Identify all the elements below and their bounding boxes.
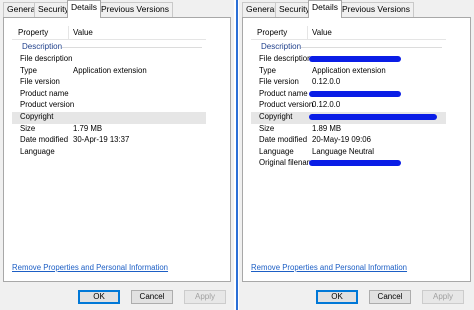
property-row[interactable]: Product version 0.12.0.0 [251,100,446,112]
property-row[interactable]: Copyright [12,112,206,124]
apply-button[interactable]: Apply [184,290,226,304]
property-column-header[interactable]: Property [18,28,48,37]
section-title: Description [22,42,63,51]
redaction-mark [309,160,401,167]
property-row[interactable]: Date modified 30-Apr-19 13:37 [12,135,206,147]
list-header: Property Value [12,26,206,40]
ok-button[interactable]: OK [316,290,358,304]
apply-button[interactable]: Apply [422,290,464,304]
property-value: 20-May-19 09:06 [312,135,371,145]
remove-properties-link[interactable]: Remove Properties and Personal Informati… [12,263,168,272]
property-key: Language [259,146,294,156]
right-properties-dialog: General Security Details Previous Versio… [239,0,474,310]
column-separator[interactable] [307,26,308,40]
value-column-header[interactable]: Value [73,28,93,37]
property-key: File description [20,54,73,63]
description-section: Description [251,42,446,52]
redaction-mark [309,114,437,120]
property-value: 0.12.0.0 [312,77,341,87]
property-value: 0.12.0.0 [312,100,341,110]
property-key: Type [20,65,37,75]
property-column-header[interactable]: Property [257,28,287,37]
list-header: Property Value [251,26,446,40]
remove-properties-link[interactable]: Remove Properties and Personal Informati… [251,263,407,272]
redaction-mark [309,90,401,97]
left-properties-dialog: General Security Details Previous Versio… [0,0,234,310]
property-key: Copyright [259,112,293,121]
section-line [301,47,442,48]
property-key: Product version [20,100,75,110]
property-row[interactable]: Copyright [251,112,446,124]
property-key: Product name [20,88,69,98]
property-key: Product name [259,88,308,98]
property-row[interactable]: Product name [251,89,446,101]
property-row[interactable]: File version 0.12.0.0 [251,77,446,89]
property-key: File description [259,54,312,63]
property-value: Language Neutral [312,146,374,156]
column-separator[interactable] [68,26,69,40]
property-value: Application extension [312,65,386,75]
section-line [62,47,202,48]
details-content: Property Value Description File descript… [3,17,231,282]
property-row[interactable]: Product version [12,100,206,112]
property-row[interactable]: Type Application extension [251,66,446,78]
property-key: Type [259,65,276,75]
properties-list[interactable]: Property Value Description File descript… [12,26,206,176]
property-key: Language [20,146,55,156]
cancel-button[interactable]: Cancel [131,290,173,304]
ok-button[interactable]: OK [78,290,120,304]
property-value: 30-Apr-19 13:37 [73,135,130,145]
property-value: Application extension [73,65,147,75]
property-key: Size [259,123,275,133]
property-row[interactable]: Date modified 20-May-19 09:06 [251,135,446,147]
description-section: Description [12,42,206,52]
property-row[interactable]: Language [12,147,206,159]
cancel-button[interactable]: Cancel [369,290,411,304]
tab-details[interactable]: Details [67,0,101,18]
property-row[interactable]: Size 1.79 MB [12,124,206,136]
tab-previous-versions[interactable]: Previous Versions [338,2,415,17]
section-title: Description [261,42,302,51]
property-row[interactable]: File description [12,54,206,66]
property-value: 1.89 MB [312,123,342,133]
property-key: File version [259,77,299,87]
property-key: File version [20,77,60,87]
property-value: 1.79 MB [73,123,103,133]
property-row[interactable]: Size 1.89 MB [251,124,446,136]
property-row[interactable]: Original filename [251,158,446,170]
property-key: Size [20,123,36,133]
property-row[interactable]: Type Application extension [12,66,206,78]
properties-list[interactable]: Property Value Description File descript… [251,26,446,176]
value-column-header[interactable]: Value [312,28,332,37]
redaction-mark [309,56,401,62]
property-row[interactable]: Product name [12,89,206,101]
property-row[interactable]: File description [251,54,446,66]
property-row[interactable]: File version [12,77,206,89]
property-key: Product version [259,100,314,110]
property-row[interactable]: Language Language Neutral [251,147,446,159]
tab-details[interactable]: Details [308,0,342,18]
property-key: Date modified [259,135,308,145]
panel-divider [236,0,238,310]
details-content: Property Value Description File descript… [242,17,471,282]
tab-previous-versions[interactable]: Previous Versions [97,2,174,17]
property-key: Copyright [20,112,54,121]
property-key: Date modified [20,135,69,145]
